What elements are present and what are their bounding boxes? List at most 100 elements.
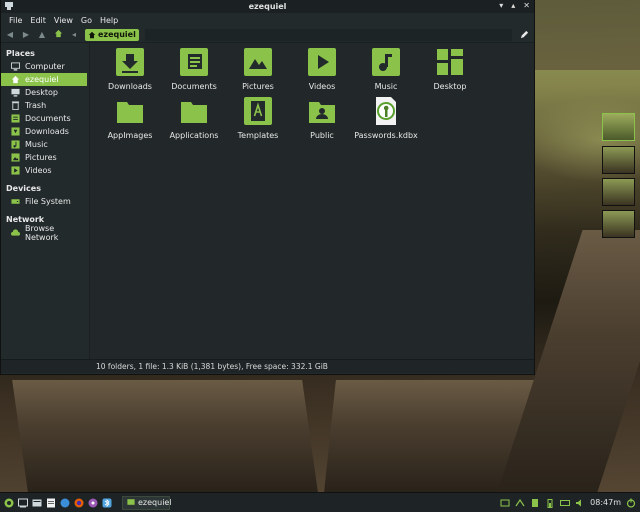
sidebar-item-pictures[interactable]: Pictures [1,151,89,164]
file-item-pictures[interactable]: Pictures [226,47,290,91]
menu-view[interactable]: View [50,16,77,25]
sidebar-item-music[interactable]: Music [1,138,89,151]
file-item-documents[interactable]: Documents [162,47,226,91]
breadcrumb-label: ezequiel [98,30,136,39]
file-item-public[interactable]: Public [290,96,354,140]
folder-desktop-icon [437,49,463,75]
system-tray: 08:47m [500,498,636,508]
sidebar-item-label: Documents [25,114,71,123]
workspace-2[interactable] [602,146,635,174]
file-item-passwords[interactable]: Passwords.kdbx [354,96,418,140]
window-title: ezequiel [248,2,287,11]
sidebar-item-documents[interactable]: Documents [1,112,89,125]
window-menu-icon[interactable] [5,2,13,10]
clipboard-icon[interactable] [530,498,540,508]
workspace-4[interactable] [602,210,635,238]
menu-help[interactable]: Help [96,16,122,25]
menu-file[interactable]: File [5,16,26,25]
battery-icon[interactable] [545,498,555,508]
folder-pictures-icon [244,48,272,76]
folder-icon [117,102,143,123]
file-item-downloads[interactable]: Downloads [98,47,162,91]
media-player-icon[interactable] [88,498,98,508]
app-menu-icon[interactable] [4,498,14,508]
firefox-icon[interactable] [74,498,84,508]
sidebar: Places Computer ezequiel Desktop Trash D… [1,43,90,359]
forward-icon[interactable]: ▶ [21,30,31,39]
browser-blue-icon[interactable] [60,498,70,508]
file-item-appimages[interactable]: AppImages [98,96,162,140]
home-icon [11,75,20,84]
network-icon[interactable] [515,498,525,508]
sidebar-item-trash[interactable]: Trash [1,99,89,112]
file-label: Music [374,82,398,91]
documents-icon [11,114,20,123]
file-item-templates[interactable]: Templates [226,96,290,140]
back-icon[interactable]: ◀ [5,30,15,39]
folder-icon [181,102,207,123]
folder-music-icon [372,48,400,76]
sidebar-item-browse-network[interactable]: Browse Network [1,223,89,242]
file-manager-icon[interactable] [32,498,42,508]
sidebar-item-label: File System [25,197,71,206]
folder-templates-icon [244,97,272,125]
sidebar-item-downloads[interactable]: Downloads [1,125,89,138]
file-label: Desktop [433,82,467,91]
sidebar-item-label: Downloads [25,127,69,136]
path-left-icon[interactable]: ◂ [69,30,79,39]
file-item-videos[interactable]: Videos [290,47,354,91]
file-label: Downloads [108,82,152,91]
clock[interactable]: 08:47m [590,498,621,507]
menubar: File Edit View Go Help [1,13,534,27]
folder-videos-icon [308,48,336,76]
downloads-icon [11,127,20,136]
keepass-file-icon [376,97,396,125]
pictures-icon [11,153,20,162]
file-item-applications[interactable]: Applications [162,96,226,140]
menu-go[interactable]: Go [77,16,96,25]
file-label: Passwords.kdbx [354,131,418,140]
breadcrumb-home[interactable]: ezequiel [85,28,139,41]
file-item-music[interactable]: Music [354,47,418,91]
titlebar[interactable]: ezequiel ▾ ▴ ✕ [1,0,534,13]
file-label: Applications [169,131,219,140]
cloud-icon [11,228,20,237]
display-icon[interactable] [500,498,510,508]
close-button[interactable]: ✕ [523,1,530,10]
home-icon [88,31,96,38]
file-label: AppImages [107,131,153,140]
minimize-button[interactable]: ▾ [499,1,503,10]
sidebar-item-label: Trash [25,101,47,110]
trash-icon [11,101,20,110]
sidebar-item-home[interactable]: ezequiel [1,73,87,86]
desktop-icon [11,88,20,97]
workspace-1[interactable] [602,113,635,141]
sidebar-item-computer[interactable]: Computer [1,60,89,73]
sidebar-item-label: Desktop [25,88,58,97]
maximize-button[interactable]: ▴ [511,1,515,10]
up-icon[interactable]: ▲ [37,30,47,39]
terminal-icon[interactable] [18,498,28,508]
keyboard-icon[interactable] [560,498,571,508]
folder-downloads-icon [116,48,144,76]
taskbar: ezequiel 08:47m [0,492,640,512]
sidebar-item-label: Browse Network [25,223,59,242]
menu-edit[interactable]: Edit [26,16,50,25]
text-editor-icon[interactable] [46,498,56,508]
taskbar-window-ezequiel[interactable]: ezequiel [122,495,172,510]
workspace-3[interactable] [602,178,635,206]
bluetooth-app-icon[interactable] [102,498,112,508]
power-icon[interactable] [626,498,636,508]
sidebar-item-label: Pictures [25,153,57,162]
clock-suffix: m [613,498,621,507]
sidebar-item-videos[interactable]: Videos [1,164,89,177]
volume-icon[interactable] [575,498,585,508]
file-item-desktop[interactable]: Desktop [418,47,482,91]
edit-path-button[interactable] [518,29,530,41]
home-icon[interactable] [53,29,63,40]
file-view[interactable]: Downloads Documents Pictures Videos Musi… [90,43,534,359]
sidebar-item-desktop[interactable]: Desktop [1,86,89,99]
path-bar[interactable] [144,28,512,41]
file-label: Videos [308,82,336,91]
sidebar-item-file-system[interactable]: File System [1,195,89,208]
